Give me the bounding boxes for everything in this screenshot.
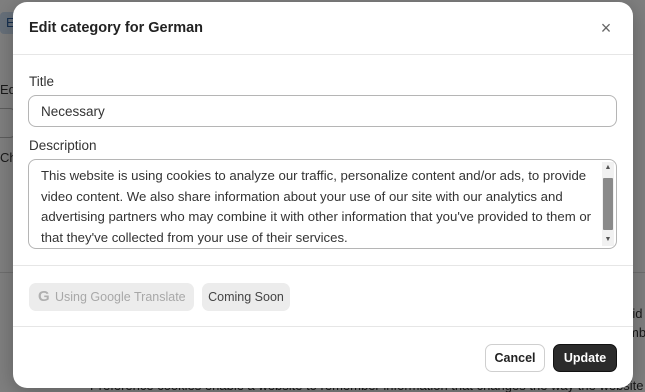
divider-top	[13, 265, 633, 266]
scroll-down-icon[interactable]: ▼	[604, 236, 612, 244]
description-scrollbar[interactable]: ▲ ▼	[602, 162, 614, 246]
modal-header: Edit category for German ×	[13, 2, 633, 55]
google-g-icon: G	[38, 288, 50, 305]
divider-bottom	[13, 326, 633, 327]
title-label: Title	[29, 74, 55, 89]
cancel-button[interactable]: Cancel	[485, 344, 545, 372]
google-translate-chip: G Using Google Translate	[29, 283, 194, 311]
coming-soon-chip: Coming Soon	[202, 283, 290, 311]
translate-label: Using Google Translate	[55, 290, 186, 304]
close-icon[interactable]: ×	[596, 18, 616, 38]
description-text[interactable]: This website is using cookies to analyze…	[41, 166, 597, 248]
edit-category-modal: Edit category for German × Title Descrip…	[13, 2, 633, 388]
modal-title: Edit category for German	[29, 20, 204, 36]
title-input[interactable]	[28, 95, 617, 127]
update-button[interactable]: Update	[553, 344, 617, 372]
description-textarea[interactable]: This website is using cookies to analyze…	[28, 159, 617, 249]
scroll-thumb[interactable]	[603, 178, 613, 230]
description-label: Description	[29, 138, 97, 153]
scroll-up-icon[interactable]: ▲	[604, 164, 612, 172]
